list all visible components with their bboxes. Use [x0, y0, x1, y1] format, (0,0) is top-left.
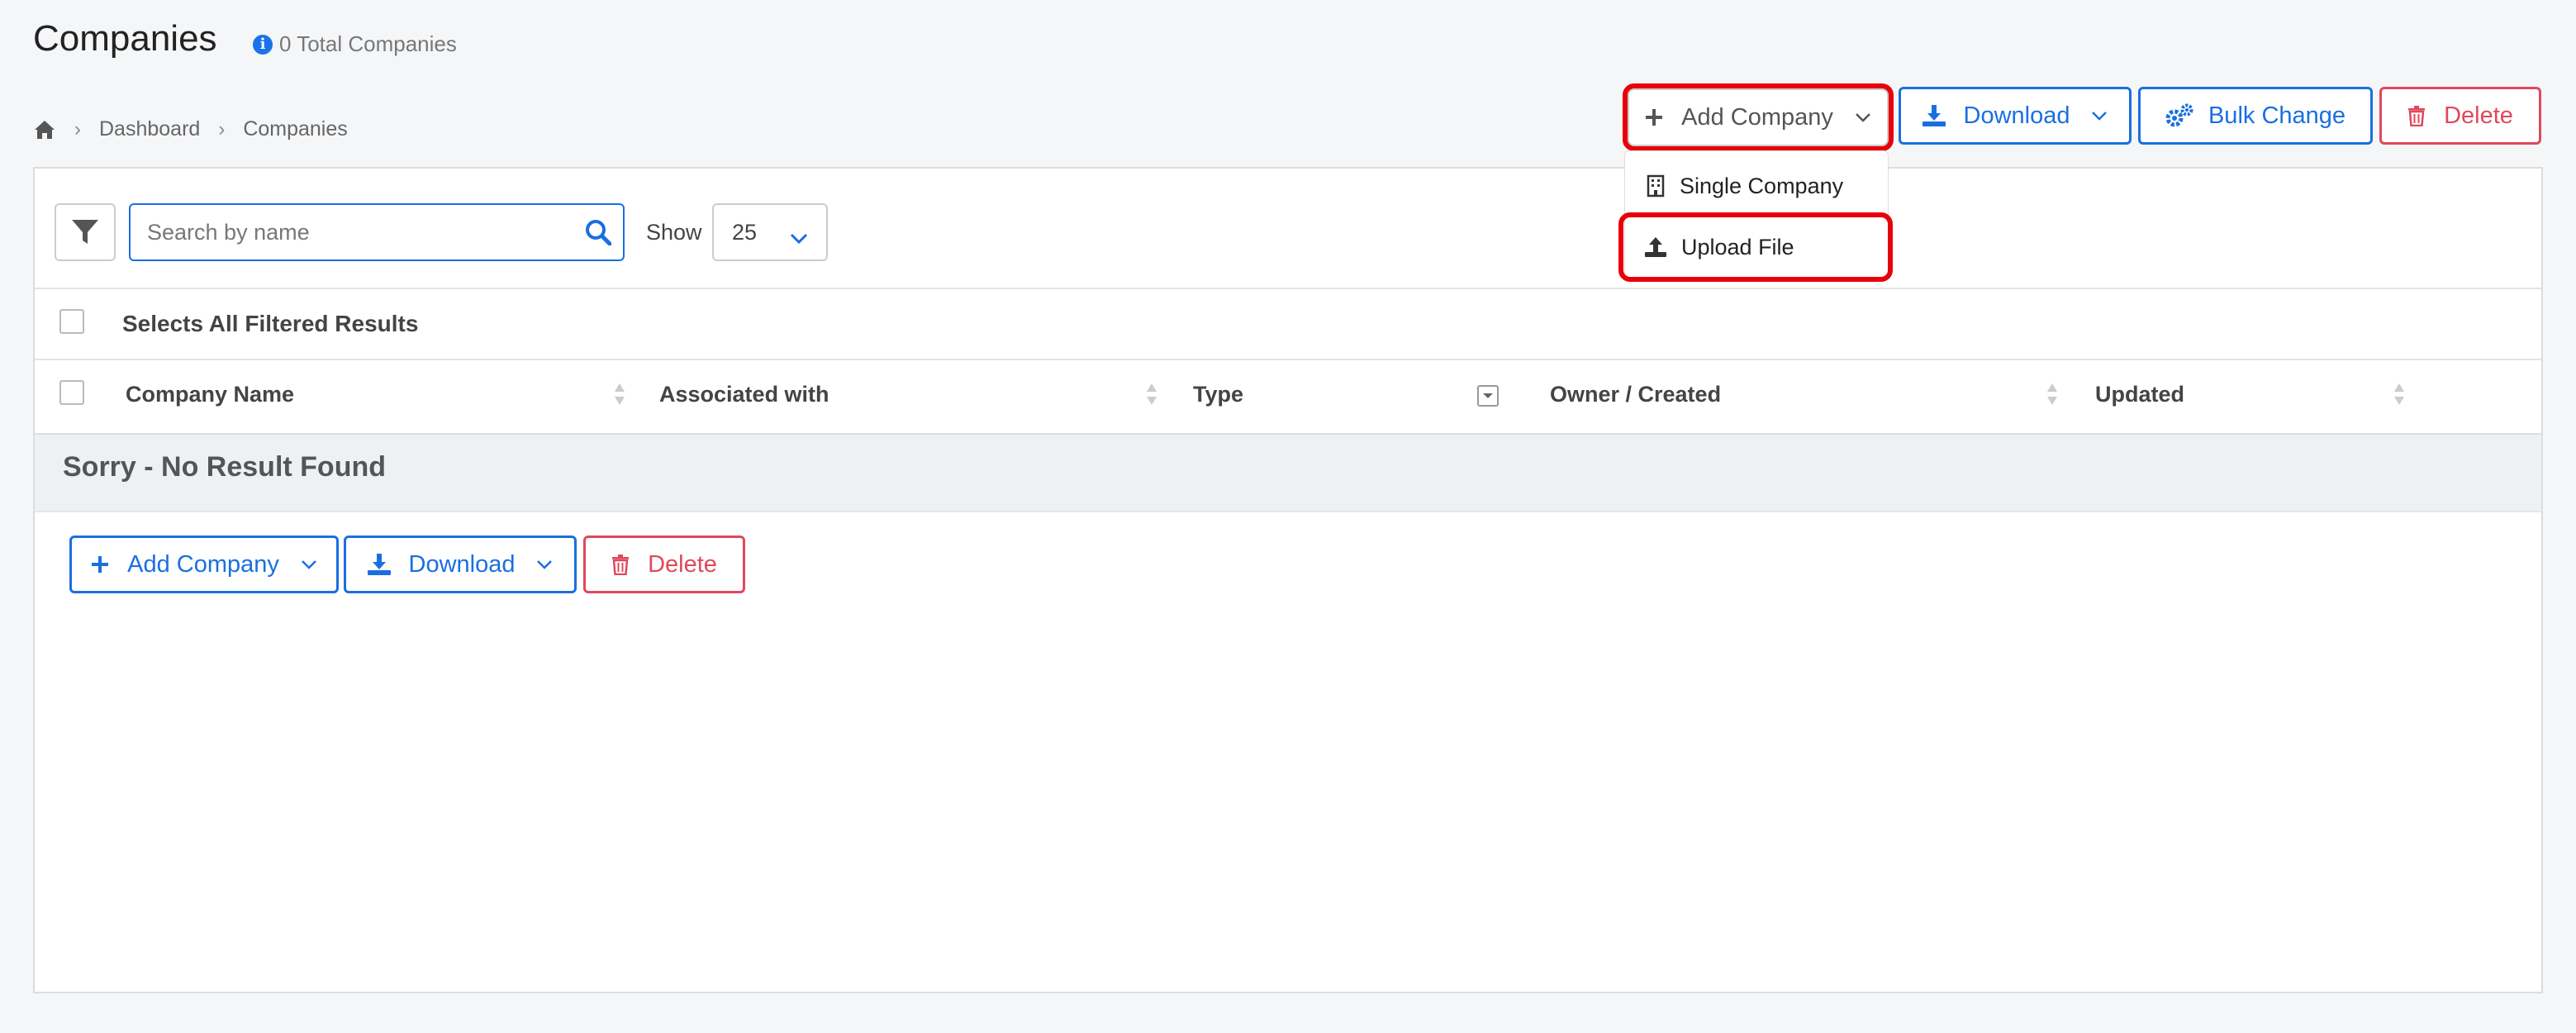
- column-header-type[interactable]: Type: [1193, 382, 1243, 407]
- bottom-download-label: Download: [408, 550, 516, 578]
- sort-icon[interactable]: [613, 382, 626, 407]
- bottom-delete-button[interactable]: Delete: [583, 536, 745, 593]
- page-title: Companies: [33, 18, 217, 59]
- column-header-associated-with[interactable]: Associated with: [659, 382, 829, 407]
- bottom-add-company-label: Add Company: [127, 550, 279, 578]
- show-label: Show: [646, 220, 702, 245]
- column-header-company-name[interactable]: Company Name: [126, 382, 294, 407]
- add-company-menu: Single Company Upload File: [1618, 150, 1893, 282]
- column-header-owner-created[interactable]: Owner / Created: [1550, 382, 1721, 407]
- gears-icon: [2165, 103, 2193, 128]
- chevron-down-icon: [2091, 111, 2108, 121]
- sort-icon[interactable]: [1145, 382, 1158, 407]
- select-all-label: Selects All Filtered Results: [122, 311, 419, 336]
- breadcrumb-dashboard[interactable]: Dashboard: [99, 117, 200, 141]
- breadcrumb: › Dashboard › Companies: [33, 117, 348, 141]
- filter-button[interactable]: [55, 203, 116, 261]
- trash-icon: [611, 554, 630, 575]
- caret-down-icon: [1483, 393, 1493, 398]
- empty-state-row: Sorry - No Result Found: [35, 433, 2541, 512]
- upload-icon: [1645, 237, 1666, 257]
- add-company-button[interactable]: Add Company: [1623, 83, 1894, 151]
- search-box: [129, 203, 625, 261]
- bottom-add-company-button[interactable]: Add Company: [69, 536, 339, 593]
- chevron-right-icon: ›: [218, 117, 226, 140]
- info-icon: i: [253, 34, 273, 55]
- chevron-down-icon: [536, 559, 553, 569]
- menu-item-single-company[interactable]: Single Company: [1625, 156, 1888, 216]
- home-icon[interactable]: [33, 119, 56, 140]
- download-icon: [1922, 105, 1946, 126]
- chevron-down-icon: [790, 225, 808, 250]
- bottom-download-button[interactable]: Download: [344, 536, 577, 593]
- chevron-right-icon: ›: [74, 117, 81, 140]
- page-size-value: 25: [732, 219, 758, 245]
- sort-icon[interactable]: [2393, 382, 2406, 407]
- download-label: Download: [1963, 102, 2070, 129]
- header-checkbox[interactable]: [59, 380, 84, 405]
- building-icon: [1647, 174, 1665, 198]
- divider: [35, 359, 2541, 360]
- bulk-change-label: Bulk Change: [2208, 102, 2346, 129]
- bulk-change-button[interactable]: Bulk Change: [2138, 87, 2373, 145]
- page-size-select[interactable]: 25: [712, 203, 828, 261]
- total-count-text: 0 Total Companies: [279, 31, 457, 56]
- add-company-label: Add Company: [1681, 103, 1833, 131]
- type-filter-dropdown[interactable]: [1477, 385, 1499, 407]
- bottom-delete-label: Delete: [648, 550, 717, 578]
- chevron-down-icon: [1855, 112, 1871, 122]
- sort-icon[interactable]: [2046, 382, 2059, 407]
- menu-item-upload-file[interactable]: Upload File: [1618, 212, 1893, 282]
- empty-state-text: Sorry - No Result Found: [63, 451, 386, 483]
- single-company-label: Single Company: [1680, 173, 1844, 198]
- divider: [35, 288, 2541, 289]
- download-button[interactable]: Download: [1899, 87, 2132, 145]
- trash-icon: [2407, 105, 2426, 126]
- column-header-updated[interactable]: Updated: [2095, 382, 2184, 407]
- plus-icon: [1645, 108, 1663, 126]
- breadcrumb-companies: Companies: [243, 117, 348, 140]
- plus-icon: [91, 555, 109, 574]
- search-icon[interactable]: [573, 219, 623, 245]
- upload-file-label: Upload File: [1681, 234, 1794, 259]
- download-icon: [367, 554, 391, 575]
- total-count: i 0 Total Companies: [253, 31, 457, 57]
- delete-label: Delete: [2444, 102, 2513, 129]
- delete-button[interactable]: Delete: [2379, 87, 2541, 145]
- search-input[interactable]: [131, 205, 573, 259]
- chevron-down-icon: [301, 559, 317, 569]
- filter-icon: [72, 220, 98, 244]
- select-all-checkbox[interactable]: [59, 309, 84, 334]
